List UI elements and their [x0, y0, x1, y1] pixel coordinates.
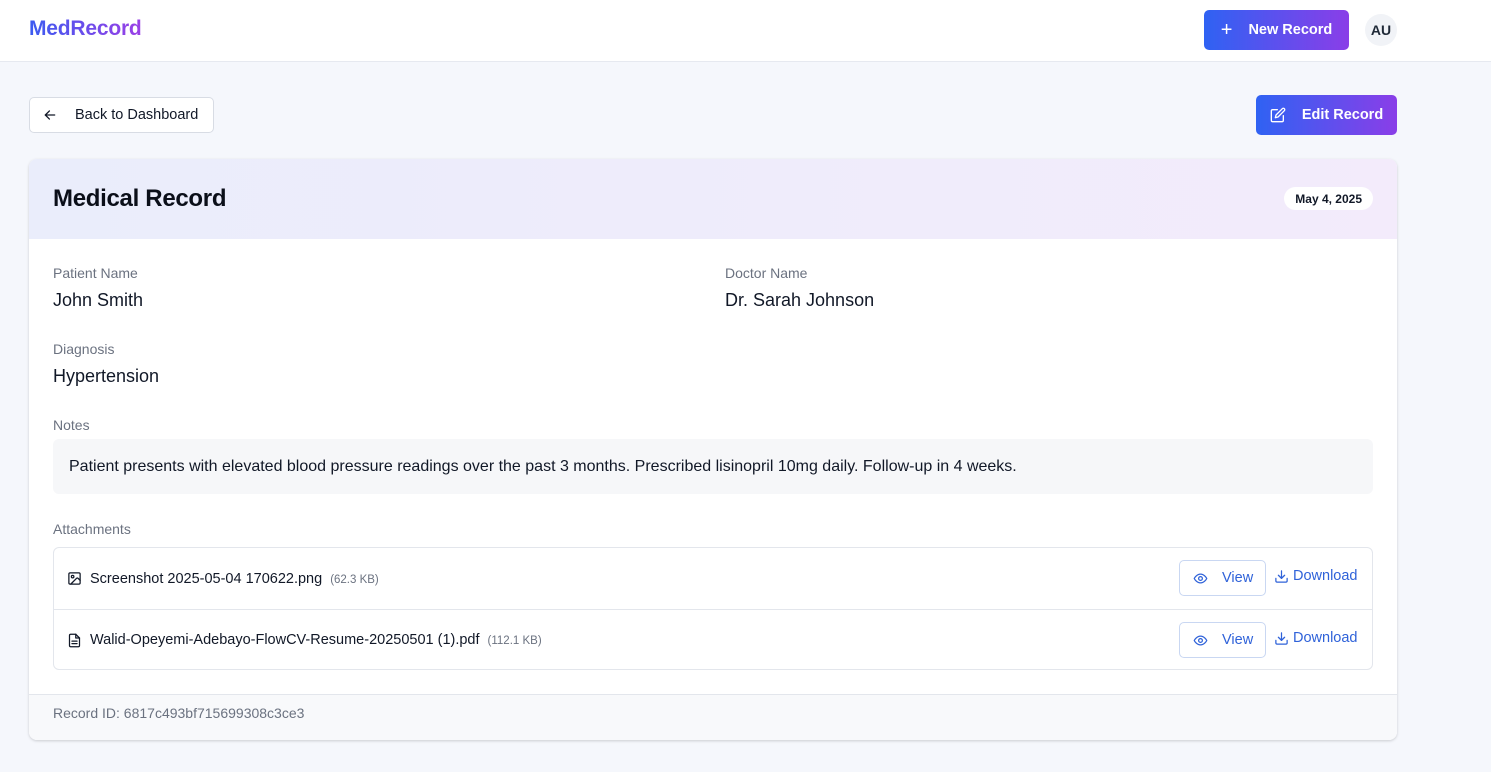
record-card: Medical Record May 4, 2025 Patient Name …: [29, 159, 1397, 740]
notes-label: Notes: [53, 417, 90, 433]
download-label: Download: [1293, 630, 1358, 646]
file-text-icon: [68, 633, 81, 648]
attachment-row: Screenshot 2025-05-04 170622.png (62.3 KB…: [54, 548, 1372, 609]
view-attachment-button[interactable]: View: [1179, 622, 1266, 658]
download-attachment-button[interactable]: Download: [1274, 630, 1358, 646]
view-attachment-button[interactable]: View: [1179, 560, 1266, 596]
notes-text: Patient presents with elevated blood pre…: [69, 457, 1017, 475]
diagnosis-value: Hypertension: [53, 366, 160, 386]
attachment-filename: Walid-Opeyemi-Adebayo-FlowCV-Resume-2025…: [90, 632, 480, 648]
doctor-name-value: Dr. Sarah Johnson: [725, 290, 875, 310]
record-card-footer: Record ID: 6817c493bf715699308c3ce3: [29, 694, 1397, 740]
back-label: Back to Dashboard: [75, 107, 199, 123]
edit-record-label: Edit Record: [1301, 107, 1384, 123]
record-id: Record ID: 6817c493bf715699308c3ce3: [53, 705, 305, 721]
attachment-name: Walid-Opeyemi-Adebayo-FlowCV-Resume-2025…: [90, 632, 542, 648]
doctor-name-label: Doctor Name: [725, 265, 808, 281]
top-navbar: MedRecord + New Record AU: [0, 0, 1491, 62]
page-title: Medical Record: [53, 185, 227, 212]
attachment-filename: Screenshot 2025-05-04 170622.png: [90, 570, 323, 587]
patient-name-value: John Smith: [53, 290, 144, 310]
date-badge: May 4, 2025: [1284, 187, 1373, 210]
attachment-size: (62.3 KB): [330, 573, 379, 586]
download-icon: [1275, 631, 1288, 645]
arrow-left-icon: [44, 110, 56, 120]
download-attachment-button[interactable]: Download: [1274, 568, 1358, 584]
brand-logo[interactable]: MedRecord: [29, 17, 142, 41]
view-label: View: [1222, 632, 1254, 648]
patient-name-label: Patient Name: [53, 265, 138, 281]
download-icon: [1275, 569, 1288, 583]
user-avatar[interactable]: AU: [1365, 14, 1397, 46]
eye-icon: [1193, 573, 1208, 583]
notes-box: Patient presents with elevated blood pre…: [53, 439, 1373, 494]
attachment-row: Walid-Opeyemi-Adebayo-FlowCV-Resume-2025…: [54, 609, 1372, 670]
attachments-label: Attachments: [53, 521, 131, 537]
plus-icon: +: [1220, 19, 1233, 41]
view-label: View: [1222, 570, 1254, 586]
attachments-list: Screenshot 2025-05-04 170622.png (62.3 KB…: [53, 547, 1373, 670]
edit-icon: [1270, 107, 1286, 123]
eye-icon: [1193, 635, 1208, 645]
download-label: Download: [1293, 568, 1358, 584]
attachment-name: Screenshot 2025-05-04 170622.png (62.3 KB…: [90, 571, 379, 587]
new-record-button[interactable]: + New Record: [1204, 10, 1349, 50]
diagnosis-label: Diagnosis: [53, 341, 115, 357]
back-to-dashboard-button[interactable]: Back to Dashboard: [29, 97, 214, 133]
record-card-header: Medical Record May 4, 2025: [29, 159, 1397, 239]
new-record-label: New Record: [1248, 22, 1333, 38]
attachment-size: (112.1 KB): [487, 635, 542, 647]
edit-record-button[interactable]: Edit Record: [1256, 95, 1397, 135]
image-icon: [68, 572, 81, 585]
